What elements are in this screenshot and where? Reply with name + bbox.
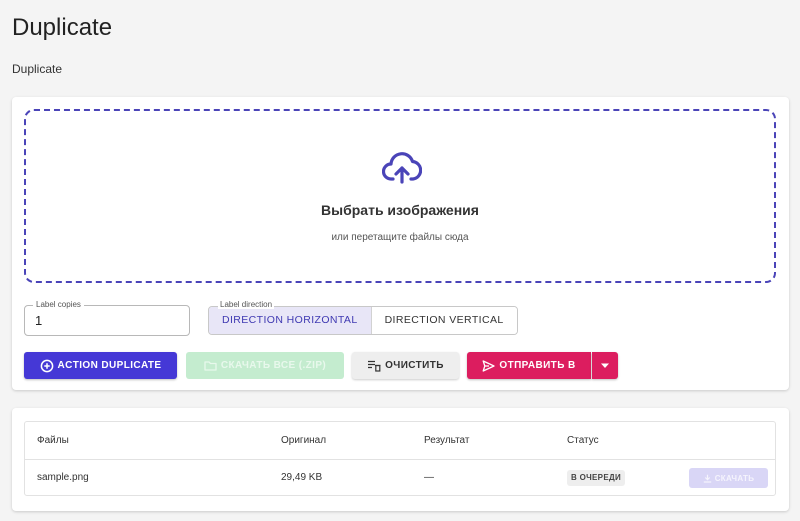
download-file-label: СКАЧАТЬ [714, 473, 755, 483]
header-files: Файлы [37, 435, 69, 446]
clear-label: ОЧИСТИТЬ [385, 360, 444, 371]
send-to-label: ОТПРАВИТЬ В [499, 360, 576, 371]
duplicate-settings-card: Выбрать изображения или перетащите файлы… [12, 97, 789, 390]
clear-list-icon [368, 360, 381, 372]
dropzone-hint: или перетащите файлы сюда [331, 232, 469, 243]
header-status: Статус [567, 435, 599, 446]
cell-original-size: 29,49 KB [281, 472, 323, 483]
caret-down-icon [601, 363, 609, 368]
clear-button[interactable]: ОЧИСТИТЬ [352, 352, 459, 379]
copies-input[interactable] [35, 313, 175, 328]
dropzone-title: Выбрать изображения [321, 202, 479, 218]
direction-horizontal-option[interactable]: DIRECTION HORIZONTAL [209, 307, 371, 334]
add-circle-icon [40, 359, 53, 372]
direction-label: Label direction [218, 300, 275, 309]
file-dropzone[interactable]: Выбрать изображения или перетащите файлы… [24, 109, 776, 283]
send-icon [482, 359, 496, 372]
download-zip-button[interactable]: СКАЧАТЬ ВСЕ (.ZIP) [186, 352, 344, 379]
copies-field: Label copies [24, 299, 190, 336]
status-badge: В ОЧЕРЕДИ [567, 470, 626, 486]
download-file-button[interactable]: СКАЧАТЬ [689, 468, 768, 488]
page-title: Duplicate [12, 14, 113, 41]
cloud-upload-icon [382, 152, 422, 184]
action-duplicate-label: ACTION DUPLICATE [57, 360, 162, 371]
folder-icon [204, 361, 217, 371]
direction-toggle-group: DIRECTION HORIZONTAL DIRECTION VERTICAL [208, 306, 518, 335]
copies-label: Label copies [33, 299, 84, 311]
header-result: Результат [424, 435, 470, 446]
send-to-dropdown-button[interactable] [592, 352, 618, 379]
header-divider [25, 459, 775, 460]
header-original: Оригинал [281, 435, 327, 446]
direction-vertical-option[interactable]: DIRECTION VERTICAL [370, 307, 517, 334]
cell-file-name: sample.png [37, 472, 89, 483]
page-subtitle: Duplicate [12, 62, 63, 76]
files-table: Файлы Оригинал Результат Статус sample.p… [24, 421, 776, 496]
action-duplicate-button[interactable]: ACTION DUPLICATE [24, 352, 177, 379]
cell-result: — [424, 472, 434, 483]
download-icon [703, 474, 711, 483]
download-zip-label: СКАЧАТЬ ВСЕ (.ZIP) [220, 360, 327, 371]
files-card: Файлы Оригинал Результат Статус sample.p… [12, 408, 789, 511]
send-to-button[interactable]: ОТПРАВИТЬ В [467, 352, 591, 379]
